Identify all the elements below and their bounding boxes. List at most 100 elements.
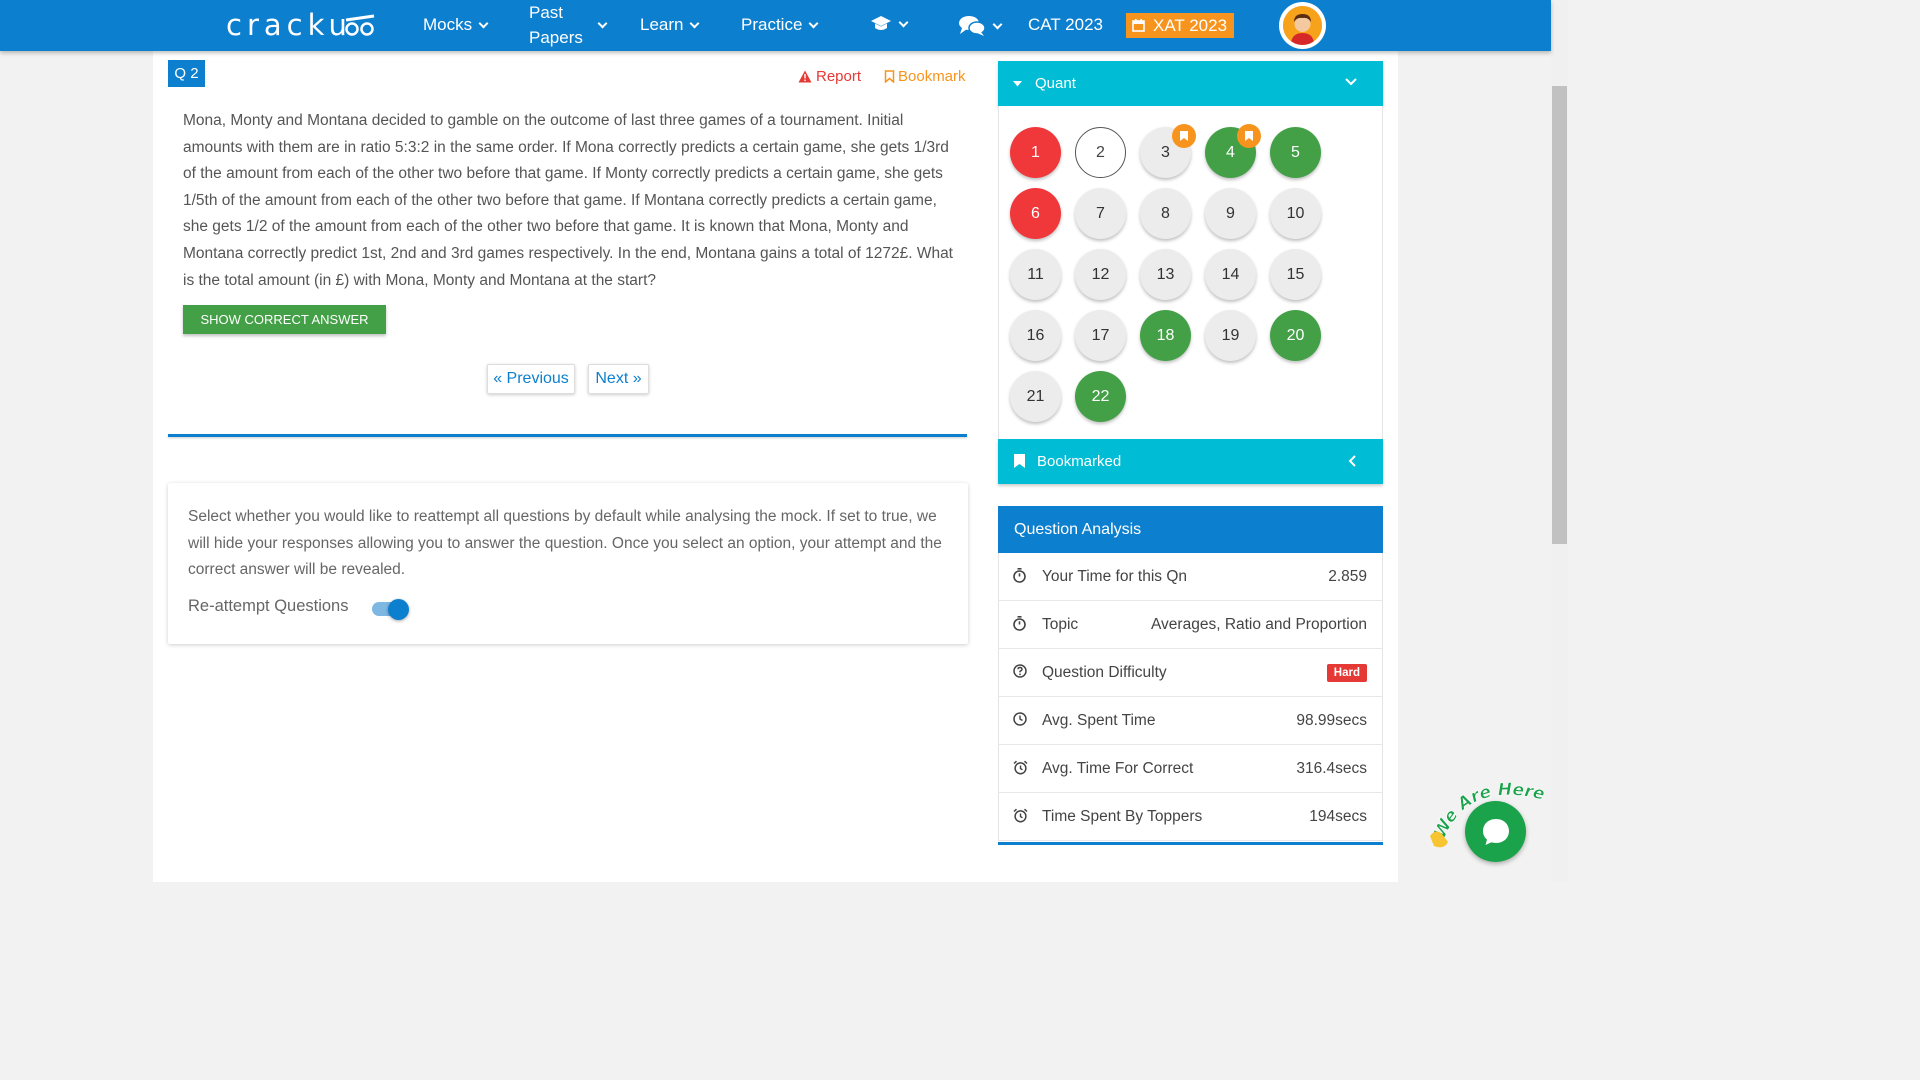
analysis-label: Your Time for this Qn	[1042, 567, 1188, 585]
reattempt-label: Re-attempt Questions	[188, 597, 349, 615]
nav-practice-label: Practice	[741, 15, 803, 34]
glasses-icon	[345, 14, 375, 36]
analysis-value: 2.859	[1328, 567, 1367, 585]
bookmark-link[interactable]: Bookmark	[884, 68, 966, 85]
alarm-icon	[1013, 760, 1028, 780]
question-number: 17	[1091, 326, 1110, 344]
chevron-down-icon	[898, 17, 909, 27]
graduation-cap-icon	[871, 16, 891, 30]
question-number: 9	[1226, 204, 1235, 222]
chat-launcher-button[interactable]	[1465, 801, 1526, 862]
section-header-quant[interactable]: Quant	[998, 61, 1383, 106]
chevron-left-icon	[1348, 455, 1356, 467]
reattempt-card: Select whether you would like to reattem…	[168, 483, 968, 644]
question-palette-button[interactable]: 6	[1010, 188, 1061, 239]
question-number: 16	[1026, 326, 1045, 344]
question-palette-button[interactable]: 8	[1140, 188, 1191, 239]
nav-practice[interactable]: Practice	[741, 15, 819, 35]
nav-xat-label: XAT 2023	[1153, 15, 1228, 35]
analysis-row: Time Spent By Toppers 194secs	[998, 793, 1383, 841]
question-number: 6	[1031, 204, 1040, 222]
analysis-row: Question Difficulty Hard	[998, 649, 1383, 697]
question-palette-button[interactable]: 19	[1205, 310, 1256, 361]
previous-button[interactable]: « Previous	[487, 364, 575, 394]
bookmarked-title: Bookmarked	[1037, 453, 1122, 470]
question-palette-button[interactable]: 5	[1270, 127, 1321, 178]
nav-cat-label: CAT 2023	[1028, 15, 1103, 34]
show-correct-answer-button[interactable]: SHOW CORRECT ANSWER	[183, 305, 386, 334]
question-palette-button[interactable]: 17	[1075, 310, 1126, 361]
question-palette-button[interactable]: 10	[1270, 188, 1321, 239]
question-palette-button[interactable]: 15	[1270, 249, 1321, 300]
section-title: Quant	[1035, 75, 1076, 92]
nav-xat-2023[interactable]: XAT 2023	[1126, 13, 1234, 38]
scrollbar-thumb[interactable]	[1552, 86, 1567, 544]
question-palette-button[interactable]: 11	[1010, 249, 1061, 300]
analysis-value: Averages, Ratio and Proportion	[1151, 615, 1367, 633]
next-button[interactable]: Next »	[588, 364, 649, 394]
question-palette-button[interactable]: 20	[1270, 310, 1321, 361]
question-palette: 1 2 3 4 5 6 7 8 9 10 11 12 13 14 15 16 17 18 19 20 21 22	[998, 106, 1383, 439]
question-divider	[168, 434, 967, 437]
question-palette-button[interactable]: 21	[1010, 371, 1061, 422]
report-link[interactable]: Report	[798, 68, 861, 85]
analysis-row: Topic Averages, Ratio and Proportion	[998, 601, 1383, 649]
nav-mocks-label: Mocks	[423, 15, 473, 34]
question-text: Mona, Monty and Montana decided to gambl…	[183, 112, 953, 289]
question-palette-button[interactable]: 3	[1140, 124, 1196, 178]
question-palette-button[interactable]: 7	[1075, 188, 1126, 239]
nav-past-papers-label-2: Papers	[529, 28, 583, 47]
nav-mocks[interactable]: Mocks	[423, 15, 489, 35]
analysis-row: Avg. Spent Time 98.99secs	[998, 697, 1383, 745]
help-circle-icon	[1013, 664, 1027, 683]
section-header-bookmarked[interactable]: Bookmarked	[998, 439, 1383, 484]
analysis-row: Your Time for this Qn 2.859	[998, 553, 1383, 601]
question-palette-button[interactable]: 13	[1140, 249, 1191, 300]
analysis-label: Question Difficulty	[1042, 663, 1167, 681]
question-palette-button[interactable]: 14	[1205, 249, 1256, 300]
brand-logo[interactable]: cracku	[226, 8, 352, 42]
chevron-down-icon	[597, 18, 608, 28]
analysis-label: Avg. Time For Correct	[1042, 759, 1194, 777]
analysis-row: Avg. Time For Correct 316.4secs	[998, 745, 1383, 793]
question-number: 8	[1161, 204, 1170, 222]
question-palette-button[interactable]: 18	[1140, 310, 1191, 361]
chevron-down-icon	[690, 18, 700, 28]
analysis-value: 316.4secs	[1296, 759, 1367, 777]
question-number: 10	[1286, 204, 1305, 222]
nav-past-papers[interactable]: Past Papers	[529, 0, 608, 50]
question-number: 15	[1286, 265, 1305, 283]
question-palette-button[interactable]: 9	[1205, 188, 1256, 239]
question-palette-button[interactable]: 1	[1010, 127, 1061, 178]
question-palette-button[interactable]: 4	[1205, 124, 1261, 178]
question-number: 19	[1221, 326, 1240, 344]
question-number: 5	[1291, 143, 1300, 161]
chevron-down-icon	[992, 19, 1003, 29]
question-number: 11	[1027, 265, 1044, 283]
chevron-down-icon	[478, 18, 489, 28]
top-navbar: cracku Mocks Past Papers Learn Practice	[0, 0, 1551, 51]
reattempt-toggle[interactable]	[372, 599, 410, 620]
question-palette-button[interactable]: 16	[1010, 310, 1061, 361]
question-palette-button[interactable]: 22	[1075, 371, 1126, 422]
question-number: 22	[1091, 387, 1110, 405]
chevron-down-icon	[808, 18, 819, 28]
question-number: 3	[1161, 143, 1170, 161]
nav-courses[interactable]	[870, 15, 909, 33]
question-number: 7	[1096, 204, 1105, 222]
toggle-knob	[388, 599, 409, 620]
report-label: Report	[816, 68, 862, 85]
alarm-icon	[1013, 808, 1028, 828]
nav-cat-2023[interactable]: CAT 2023	[1028, 15, 1103, 35]
bookmark-icon	[1237, 124, 1261, 148]
user-avatar[interactable]	[1279, 2, 1326, 49]
question-number: 12	[1091, 265, 1110, 283]
bookmark-label: Bookmark	[898, 68, 966, 85]
question-palette-button[interactable]: 2	[1075, 127, 1126, 178]
question-palette-button[interactable]: 12	[1075, 249, 1126, 300]
caret-down-icon	[1013, 81, 1022, 87]
nav-forum[interactable]	[958, 15, 1003, 37]
nav-learn[interactable]: Learn	[640, 15, 700, 35]
reattempt-description: Select whether you would like to reattem…	[188, 508, 942, 578]
comments-icon	[959, 16, 986, 36]
